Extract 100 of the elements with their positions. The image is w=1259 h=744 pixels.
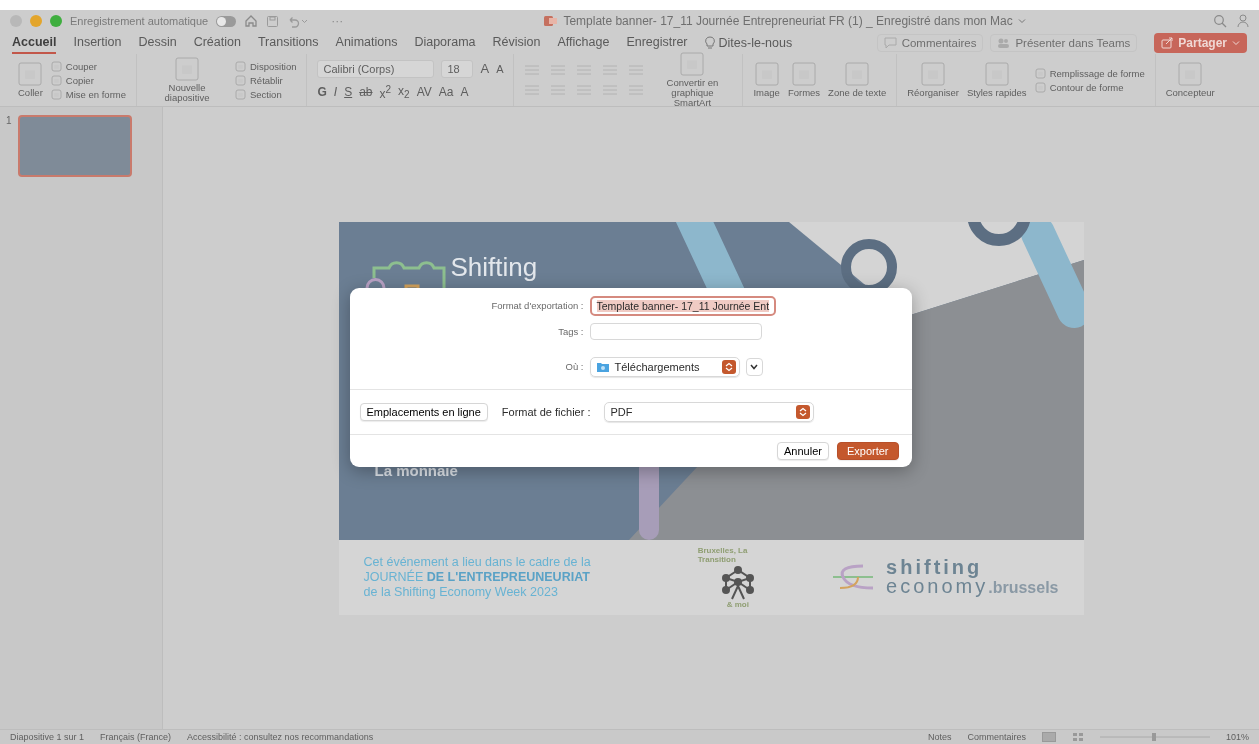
lightbulb-icon <box>704 36 715 50</box>
ribbon-button[interactable]: Convertir en graphique SmartArt <box>652 52 733 108</box>
square-icon <box>50 74 62 86</box>
square-icon <box>984 62 1009 86</box>
square-icon <box>175 57 199 82</box>
status-text: Français (France) <box>100 732 172 742</box>
format-button[interactable]: ab <box>359 85 373 99</box>
export-button[interactable]: Exporter <box>836 441 899 460</box>
home-icon[interactable] <box>244 14 259 28</box>
square-icon <box>845 62 870 86</box>
slide-thumbnail[interactable] <box>17 115 132 177</box>
search-icon[interactable] <box>1213 14 1227 28</box>
tell-me-field[interactable]: Dites-le-nous <box>718 36 793 50</box>
ribbon-button[interactable]: Image <box>753 62 780 98</box>
ribbon-button[interactable]: Réorganiser <box>907 62 959 98</box>
file-name-field[interactable]: Template banner- 17_11 Journée Ent <box>589 295 777 316</box>
ribbon-button[interactable]: Couper <box>50 60 126 72</box>
brand-domain: .brussels <box>988 580 1059 596</box>
font-size-field[interactable]: 18 <box>441 59 474 78</box>
format-button[interactable]: I <box>333 85 338 99</box>
slide-number: 1 <box>6 115 12 128</box>
file-format-popup[interactable]: PDF <box>604 401 815 422</box>
zoom-level: 101% <box>1225 732 1249 742</box>
badge-caption: Bruxelles, La Transition <box>697 545 749 564</box>
save-icon[interactable] <box>266 14 280 28</box>
zoom-slider-icon[interactable] <box>1099 732 1210 742</box>
format-button[interactable]: G <box>317 85 327 99</box>
format-button[interactable]: x$_{2}$ <box>398 83 410 101</box>
square-icon <box>50 60 62 72</box>
cancel-button[interactable]: Annuler <box>777 441 829 460</box>
format-button[interactable]: AV <box>416 85 432 99</box>
grid-view-icon[interactable] <box>1071 732 1084 742</box>
location-popup[interactable]: Téléchargements <box>589 356 740 377</box>
ribbon-tab[interactable]: Révision <box>492 32 541 54</box>
ribbon-button[interactable]: Zone de texte <box>828 62 887 98</box>
event-description: Cet événement a lieu dans le cadre de la JOURNÉE DE L'ENTREPREUNEURIAT de la Shifting Economy Week 2023 <box>363 554 592 600</box>
ribbon-button[interactable]: Rétablir <box>235 74 297 86</box>
ribbon-button[interactable]: Contour de forme <box>1034 81 1145 93</box>
status-button[interactable]: Notes <box>927 732 952 742</box>
ribbon-tab[interactable]: Dessin <box>138 32 177 54</box>
format-button[interactable]: x$^{2}$ <box>379 83 392 101</box>
ribbon-tab[interactable]: Insertion <box>73 32 122 54</box>
status-text: Accessibilité : consultez nos recommandations <box>187 732 374 742</box>
ribbon-button[interactable]: Mise en forme <box>50 88 126 100</box>
zoom-button[interactable] <box>50 15 62 27</box>
tags-field[interactable] <box>589 322 762 340</box>
people-icon <box>997 37 1011 49</box>
share-icon <box>1161 37 1174 49</box>
caret-icon[interactable] <box>1017 17 1026 25</box>
status-button[interactable]: Commentaires <box>967 732 1026 742</box>
ribbon-tab[interactable]: Affichage <box>557 32 610 54</box>
square-icon <box>235 88 246 100</box>
font-size-button[interactable]: A <box>496 62 504 75</box>
square-icon <box>1178 62 1203 86</box>
field-label: Tags : <box>557 325 584 337</box>
ribbon-tab[interactable]: Accueil <box>12 32 57 54</box>
folder-icon <box>595 360 610 373</box>
present-in-teams-button[interactable]: Présenter dans Teams <box>990 34 1138 52</box>
document-icon <box>544 15 559 27</box>
online-locations-button[interactable]: Emplacements en ligne <box>359 402 488 421</box>
undo-icon[interactable] <box>287 14 310 28</box>
ribbon-tab[interactable]: Enregistrer <box>626 32 688 54</box>
ribbon-button[interactable]: Formes <box>787 62 821 98</box>
ribbon-button[interactable]: Remplissage de forme <box>1034 67 1145 79</box>
ribbon-tab[interactable]: Animations <box>335 32 398 54</box>
font-size-button[interactable]: A <box>480 61 490 76</box>
format-button[interactable]: A <box>460 85 469 99</box>
ribbon-button[interactable]: Disposition <box>235 60 297 72</box>
ribbon-tab[interactable]: Création <box>193 32 241 54</box>
autosave-toggle[interactable] <box>216 15 237 27</box>
ribbon-button[interactable]: Styles rapides <box>966 62 1027 98</box>
person-icon[interactable] <box>1237 14 1249 28</box>
more-button[interactable]: ··· <box>331 14 344 28</box>
field-label: Format de fichier : <box>501 405 591 418</box>
chevron-icon <box>750 363 758 370</box>
ribbon-button[interactable]: Section <box>235 88 297 100</box>
font-name-field[interactable]: Calibri (Corps) <box>317 59 435 78</box>
comments-button[interactable]: Commentaires <box>876 34 984 52</box>
ribbon-button[interactable]: Concepteur <box>1165 62 1215 98</box>
normal-view-icon[interactable] <box>1041 732 1056 742</box>
format-button[interactable]: S <box>344 85 353 99</box>
square-icon <box>235 74 246 86</box>
share-button[interactable]: Partager <box>1154 33 1247 53</box>
minimize-button[interactable] <box>30 15 42 27</box>
autosave-label: Enregistrement automatique <box>70 15 209 27</box>
speech-bubble-icon <box>883 37 897 49</box>
ribbon-tab[interactable]: Transitions <box>257 32 319 54</box>
badge-caption: & moi <box>726 599 749 609</box>
square-icon <box>921 62 946 86</box>
format-button[interactable]: Aa <box>438 85 454 99</box>
caret-icon[interactable] <box>1232 39 1240 47</box>
ring-shape <box>966 221 1031 246</box>
status-text: Diapositive 1 sur 1 <box>10 732 85 742</box>
ribbon-button[interactable]: Nouvelle diapositive <box>147 57 227 103</box>
square-icon <box>1034 81 1046 93</box>
expand-button[interactable] <box>745 357 763 376</box>
ribbon-button[interactable]: Coller <box>18 62 43 98</box>
ribbon-tab[interactable]: Diaporama <box>414 32 476 54</box>
ribbon-button[interactable]: Copier <box>50 74 126 86</box>
slide-title: Shifting <box>450 251 538 283</box>
